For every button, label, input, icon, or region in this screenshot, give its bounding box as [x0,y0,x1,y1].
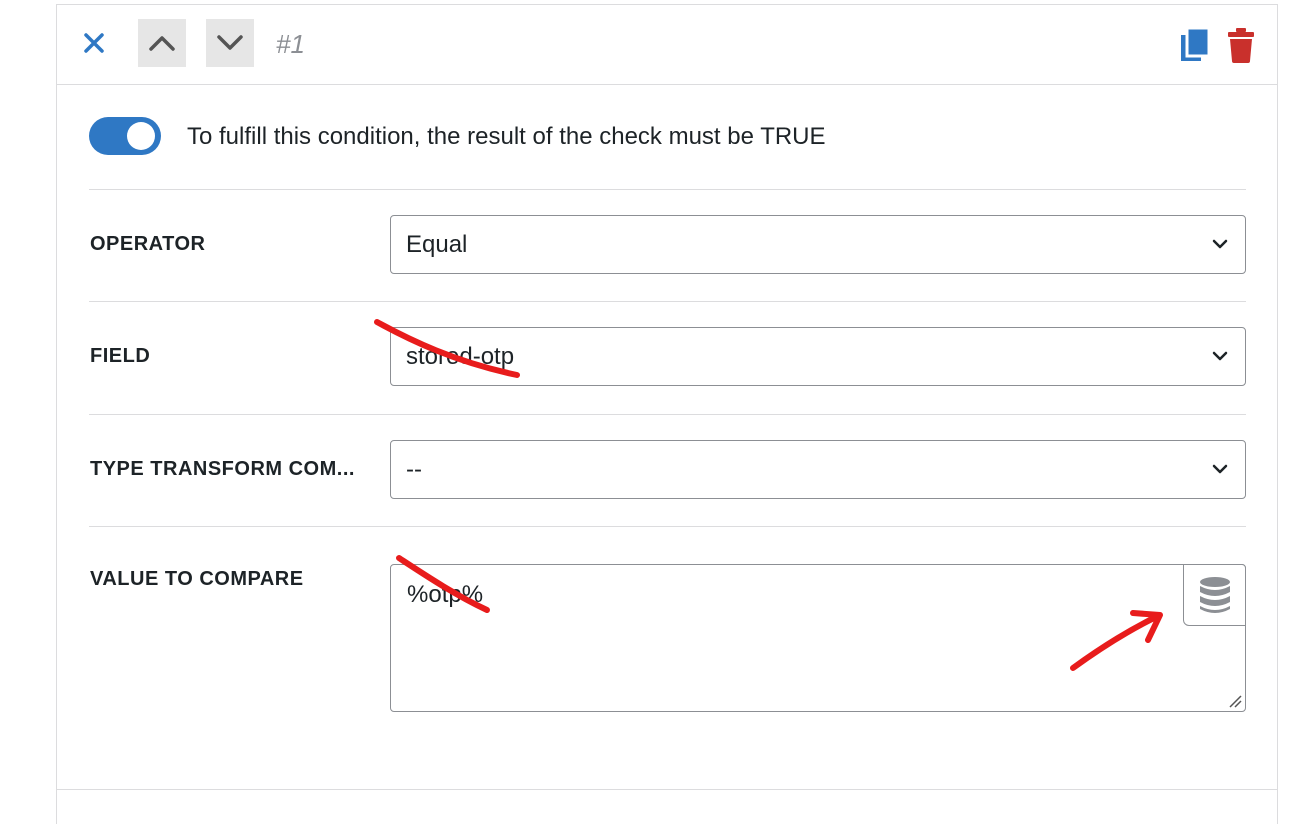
divider [89,301,1246,302]
chevron-down-icon [1212,464,1228,474]
resize-handle-icon[interactable] [1228,694,1242,708]
database-icon [1199,577,1230,613]
insert-variable-button[interactable] [1183,564,1246,626]
result-toggle[interactable] [89,117,161,155]
trash-icon [1228,28,1254,63]
value-to-compare-value: %otp% [407,581,484,608]
condition-header: #1 [57,5,1277,85]
close-icon [84,33,104,53]
toggle-knob [127,122,155,150]
divider [89,526,1246,527]
move-up-button[interactable] [138,19,186,67]
close-button[interactable] [81,27,109,57]
field-label: FIELD [90,345,151,367]
value-to-compare-label: VALUE TO COMPARE [90,568,304,590]
toggle-label: To fulfill this condition, the result of… [187,123,826,150]
copy-icon [1181,26,1211,61]
operator-label: OPERATOR [90,233,206,255]
chevron-down-icon [1212,239,1228,249]
field-value: stored-otp [406,343,515,370]
copy-button[interactable] [1177,25,1213,65]
delete-button[interactable] [1225,25,1257,65]
chevron-down-icon [1212,351,1228,361]
type-transform-label: TYPE TRANSFORM COM... [90,458,355,480]
field-select[interactable]: stored-otp [390,327,1246,386]
operator-value: Equal [406,231,468,258]
chevron-up-icon [149,36,175,51]
divider [89,414,1246,415]
operator-select[interactable]: Equal [390,215,1246,274]
move-down-button[interactable] [206,19,254,67]
condition-index: #1 [276,29,305,59]
type-transform-value: -- [406,456,422,483]
bottom-divider [56,789,1278,790]
divider [89,189,1246,190]
type-transform-select[interactable]: -- [390,440,1246,499]
chevron-down-icon [217,35,243,50]
value-to-compare-textarea[interactable]: %otp% [390,564,1246,712]
condition-panel: #1 To fulfill this condition, the result… [56,4,1278,824]
